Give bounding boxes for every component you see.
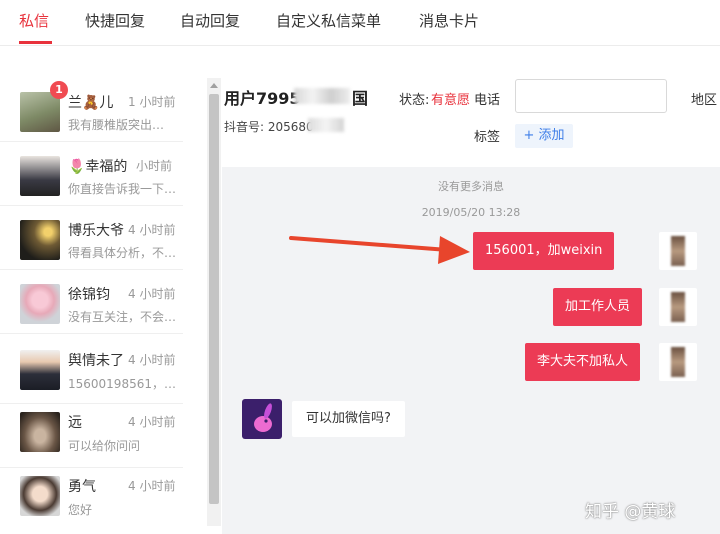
list-item[interactable]: 徐锦钧 4 小时前 没有互关注，不会… (0, 270, 183, 334)
conversation-time: 4 小时前 (128, 287, 176, 301)
list-item[interactable]: 兰🧸儿 1 小时前 我有腰椎版突出… (0, 78, 183, 142)
watermark: 知乎 @黄球 (585, 502, 676, 522)
avatar (659, 232, 697, 270)
outgoing-message: 李大夫不加私人 (525, 343, 641, 381)
unread-badge: 1 (50, 81, 68, 99)
message-timestamp: 2019/05/20 13:28 (421, 206, 521, 219)
add-tag-button[interactable]: + 添加 (515, 124, 573, 148)
conversation-preview: 您好 (68, 503, 93, 517)
tab-auto-reply[interactable]: 自动回复 (180, 10, 240, 31)
phone-input[interactable] (515, 79, 667, 113)
status-label: 状态: (399, 93, 430, 108)
conversation-scrollbar[interactable] (207, 78, 221, 526)
avatar (20, 476, 60, 516)
region-label: 地区 (691, 93, 718, 108)
outgoing-message: 156001，加weixin (473, 232, 615, 270)
avatar (20, 412, 60, 452)
incoming-message: 可以加微信吗? (292, 401, 405, 437)
conversation-name: 勇气 (68, 479, 96, 495)
tab-message-card[interactable]: 消息卡片 (419, 10, 479, 31)
conversation-name: 博乐大爷 (68, 223, 124, 239)
conversation-time: 小时前 (136, 159, 173, 173)
conversation-name: 远 (68, 415, 82, 431)
conversation-preview: 15600198561，加w… (68, 377, 180, 391)
avatar (659, 288, 697, 326)
conversation-time: 4 小时前 (128, 415, 176, 429)
conversation-preview: 可以给你问问 (68, 439, 141, 453)
active-tab-indicator (19, 41, 52, 44)
conversation-name: 舆情未了 (68, 353, 124, 369)
chat-area: 没有更多消息 2019/05/20 13:28 156001，加weixin 加… (222, 167, 720, 534)
no-more-messages: 没有更多消息 (438, 180, 504, 193)
avatar (20, 350, 60, 390)
redacted-text (294, 88, 350, 104)
contact-name: 用户7995 (224, 89, 301, 108)
list-item[interactable]: 远 4 小时前 可以给你问问 (0, 404, 183, 468)
conversation-name: 兰🧸儿 (68, 95, 114, 111)
phone-label: 电话 (474, 93, 501, 108)
avatar (242, 399, 282, 439)
conversation-list: 兰🧸儿 1 小时前 我有腰椎版突出… 🌷幸福的… 小时前 你直接告诉我一下… 博… (0, 78, 200, 534)
scrollbar-thumb[interactable] (209, 94, 219, 504)
list-item[interactable]: 勇气 4 小时前 您好 (0, 468, 183, 532)
conversation-time: 1 小时前 (128, 95, 176, 109)
conversation-time: 4 小时前 (128, 353, 176, 367)
redacted-text (308, 118, 344, 132)
conversation-preview: 我有腰椎版突出… (68, 118, 165, 132)
outgoing-message: 加工作人员 (553, 288, 643, 326)
avatar (20, 284, 60, 324)
conversation-preview: 没有互关注，不会… (68, 310, 177, 324)
tab-custom-menu[interactable]: 自定义私信菜单 (276, 10, 381, 31)
conversation-time: 4 小时前 (128, 223, 176, 237)
tab-private-message[interactable]: 私信 (19, 10, 49, 31)
status-value[interactable]: 有意愿 (431, 89, 470, 108)
arrow-annotation-icon (289, 236, 470, 264)
conversation-preview: 得看具体分析，不… (68, 246, 177, 260)
avatar (20, 220, 60, 260)
tag-label: 标签 (474, 130, 501, 145)
avatar (20, 156, 60, 196)
bunny-icon (254, 403, 272, 432)
list-item[interactable]: 舆情未了 4 小时前 15600198561，加w… (0, 334, 183, 404)
top-tab-bar: 私信 快捷回复 自动回复 自定义私信菜单 消息卡片 (0, 0, 720, 46)
tab-quick-reply[interactable]: 快捷回复 (85, 10, 145, 31)
scroll-up-icon[interactable] (210, 83, 218, 88)
douyin-id: 抖音号: 205680 (224, 120, 314, 134)
contact-country: 国 (352, 89, 369, 108)
conversation-time: 4 小时前 (128, 479, 176, 493)
conversation-name: 徐锦钧 (68, 287, 110, 303)
avatar (659, 343, 697, 381)
list-item[interactable]: 🌷幸福的… 小时前 你直接告诉我一下… (0, 142, 183, 206)
conversation-preview: 你直接告诉我一下… (68, 182, 177, 196)
conversation-name: 🌷幸福的… (68, 159, 128, 175)
list-item[interactable]: 博乐大爷 4 小时前 得看具体分析，不… (0, 206, 183, 270)
